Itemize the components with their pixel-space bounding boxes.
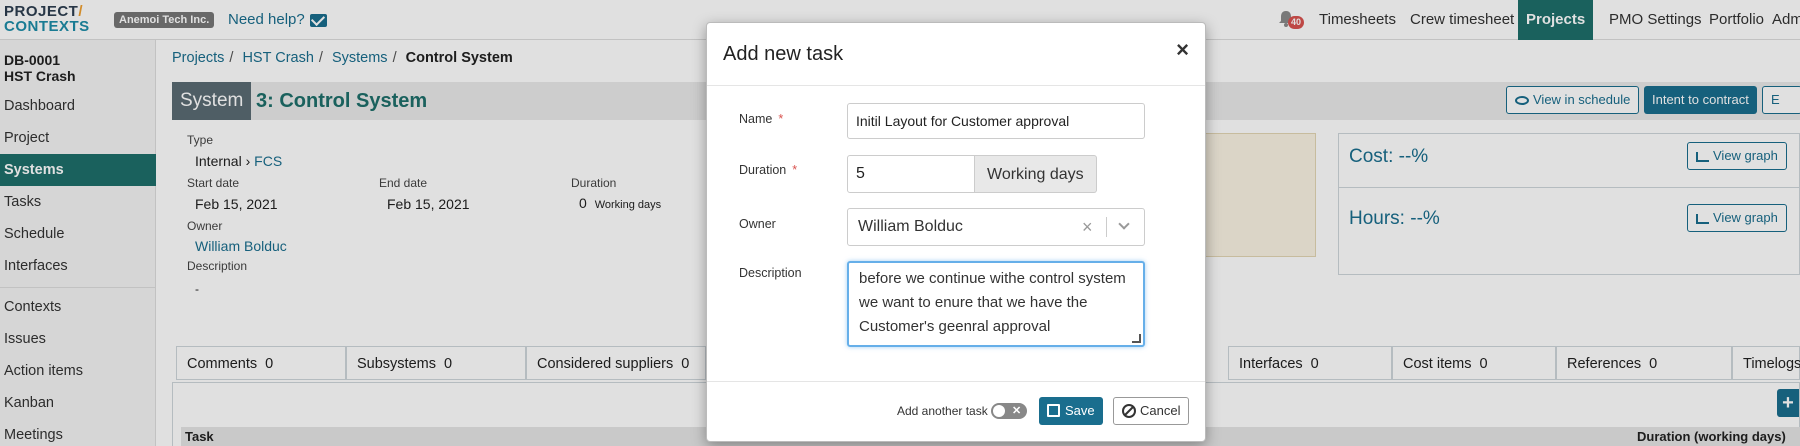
add-task-dialog: Add new task × Name * Initil Layout for C… — [706, 22, 1206, 442]
duration-input[interactable]: 5 — [847, 155, 975, 193]
description-textarea[interactable]: before we continue withe control system … — [847, 261, 1145, 347]
add-another-toggle[interactable]: ✕ — [991, 403, 1027, 419]
cancel-ban-icon — [1122, 404, 1136, 418]
close-icon[interactable]: × — [1176, 39, 1189, 61]
duration-field-label: Duration * — [739, 163, 798, 177]
add-another-label: Add another task — [897, 404, 988, 418]
resize-handle-icon[interactable] — [1132, 334, 1141, 343]
dialog-footer-divider — [707, 381, 1205, 382]
save-disk-icon — [1047, 404, 1060, 417]
owner-selected-value: William Bolduc — [858, 218, 963, 235]
cancel-button[interactable]: Cancel — [1113, 397, 1190, 425]
owner-field-label: Owner — [739, 217, 776, 231]
toggle-knob — [993, 405, 1005, 417]
save-button[interactable]: Save — [1039, 397, 1103, 425]
dialog-title: Add new task — [723, 43, 844, 65]
task-name-input[interactable]: Initil Layout for Customer approval — [847, 103, 1145, 139]
duration-unit-addon: Working days — [975, 155, 1097, 193]
owner-select[interactable]: William Bolduc × — [847, 208, 1145, 246]
toggle-off-icon: ✕ — [1012, 405, 1022, 417]
name-field-label: Name * — [739, 112, 784, 126]
chevron-down-icon[interactable] — [1118, 218, 1130, 230]
dialog-header-divider — [707, 85, 1205, 86]
select-separator — [1106, 217, 1107, 237]
clear-icon[interactable]: × — [1082, 209, 1093, 245]
description-field-label: Description — [739, 266, 802, 280]
